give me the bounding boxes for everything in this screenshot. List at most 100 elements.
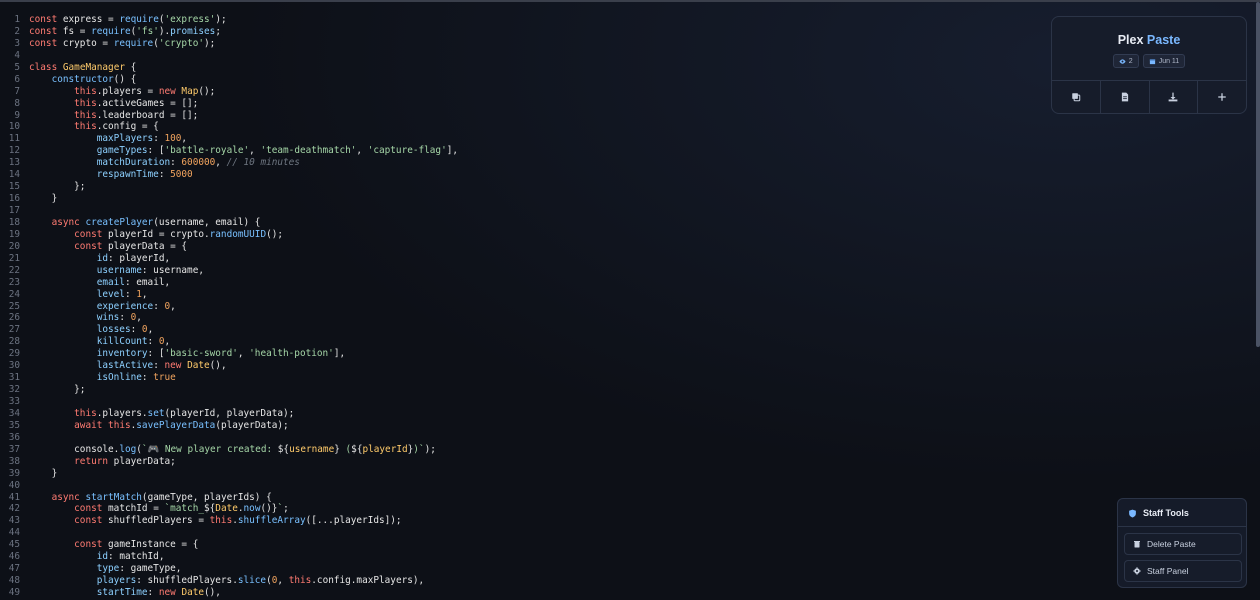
code-text: async createPlayer(username, email) {	[51, 216, 261, 228]
code-line: 27 losses: 0,	[0, 324, 1000, 336]
delete-paste-button[interactable]: Delete Paste	[1124, 533, 1242, 555]
staff-tools-title: Staff Tools	[1143, 508, 1189, 518]
code-text: };	[29, 181, 86, 193]
line-number: 35	[8, 419, 20, 431]
line-number: 42	[8, 503, 20, 515]
code-line: 14 respawnTime: 5000	[0, 169, 1000, 181]
code-line: 47 type: gameType,	[0, 563, 1000, 575]
line-number: 20	[8, 240, 20, 252]
code-text: type: gameType,	[96, 563, 182, 575]
code-text: inventory: ['basic-sword', 'health-potio…	[96, 348, 346, 360]
line-number: 30	[8, 360, 20, 372]
line-number: 48	[8, 575, 20, 587]
paste-title-main: Plex	[1117, 33, 1144, 47]
line-number: 44	[8, 527, 20, 539]
code-text: respawnTime: 5000	[96, 169, 193, 181]
code-line: 32 };	[0, 384, 1000, 396]
code-text: return playerData;	[74, 455, 176, 467]
code-text: await this.savePlayerData(playerData);	[74, 419, 289, 431]
plus-icon	[1218, 93, 1226, 101]
code-line: 9 this.leaderboard = [];	[0, 110, 1000, 122]
line-number: 39	[8, 467, 20, 479]
code-line: 1 const express = require('express');	[0, 14, 1000, 26]
staff-tools-header: Staff Tools	[1128, 508, 1189, 518]
code-text: const fs = require('fs').promises;	[29, 25, 221, 37]
raw-button[interactable]	[1101, 81, 1150, 113]
code-line: 38 return playerData;	[0, 456, 1000, 468]
line-number: 32	[8, 384, 20, 396]
line-number: 1	[14, 14, 20, 25]
staff-panel-button[interactable]: Staff Panel	[1124, 560, 1242, 582]
line-number: 9	[14, 109, 20, 121]
code-line: 12 gameTypes: ['battle-royale', 'team-de…	[0, 145, 1000, 157]
code-line: 33	[0, 396, 1000, 408]
code-line: 4	[0, 50, 1000, 62]
code-line: 25 experience: 0,	[0, 301, 1000, 313]
date-badge: Jun 11	[1142, 54, 1186, 68]
code-text: this.activeGames = [];	[74, 97, 199, 109]
line-number: 7	[14, 85, 20, 97]
code-text: this.config = {	[74, 121, 159, 133]
line-number: 18	[8, 216, 20, 228]
line-number: 45	[8, 539, 20, 551]
code-text: }	[29, 193, 58, 205]
code-line: 24 level: 1,	[0, 289, 1000, 301]
code-text: losses: 0,	[96, 324, 154, 336]
code-line: 20 const playerData = {	[0, 241, 1000, 253]
code-line: 39 }	[0, 468, 1000, 480]
line-number: 3	[14, 37, 20, 49]
code-text: async startMatch(gameType, playerIds) {	[51, 491, 272, 503]
line-number: 23	[8, 276, 20, 288]
line-number: 21	[8, 252, 20, 264]
code-line: 35 await this.savePlayerData(playerData)…	[0, 420, 1000, 432]
code-line: 36	[0, 432, 1000, 444]
code-text: this.players = new Map();	[74, 85, 216, 97]
paste-actions	[1052, 80, 1246, 113]
code-line: 19 const playerId = crypto.randomUUID();	[0, 229, 1000, 241]
line-number: 11	[8, 133, 20, 145]
line-number: 17	[8, 205, 20, 216]
code-text: players: shuffledPlayers.slice(0, this.c…	[96, 575, 425, 587]
code-line: 30 lastActive: new Date(),	[0, 360, 1000, 372]
code-line: 6 constructor() {	[0, 74, 1000, 86]
staff-panel-label: Staff Panel	[1147, 566, 1189, 576]
line-number: 37	[8, 443, 20, 455]
code-text: isOnline: true	[96, 372, 176, 384]
code-text: const crypto = require('crypto');	[29, 37, 216, 49]
line-number: 10	[8, 121, 20, 133]
paste-title-accent: Paste	[1146, 33, 1181, 47]
download-button[interactable]	[1150, 81, 1199, 113]
scrollbar[interactable]	[1256, 2, 1260, 347]
line-number: 12	[8, 145, 20, 157]
code-line: 17	[0, 205, 1000, 217]
line-number: 46	[8, 551, 20, 563]
code-viewer: 1 const express = require('express'); 2 con…	[0, 14, 1000, 599]
new-paste-button[interactable]	[1198, 81, 1246, 113]
code-line: 22 username: username,	[0, 265, 1000, 277]
code-line: 34 this.players.set(playerId, playerData…	[0, 408, 1000, 420]
code-line: 40	[0, 480, 1000, 492]
code-text: };	[29, 384, 86, 396]
line-number: 40	[8, 479, 20, 491]
code-line: 18 async createPlayer(username, email) {	[0, 217, 1000, 229]
copy-button[interactable]	[1052, 81, 1101, 113]
line-number: 31	[8, 372, 20, 384]
code-line: 29 inventory: ['basic-sword', 'health-po…	[0, 348, 1000, 360]
code-line: 16 }	[0, 193, 1000, 205]
code-text: this.players.set(playerId, playerData);	[74, 407, 295, 419]
code-line: 7 this.players = new Map();	[0, 86, 1000, 98]
code-line: 46 id: matchId,	[0, 551, 1000, 563]
calendar-icon	[1149, 58, 1155, 64]
line-number: 19	[8, 228, 20, 240]
paste-title: Plex Paste	[1052, 33, 1246, 47]
line-number: 4	[14, 49, 20, 61]
code-text: username: username,	[96, 264, 204, 276]
line-number: 6	[14, 73, 20, 85]
views-count: 2	[1128, 57, 1133, 65]
code-line: 37 console.log(`🎮 New player created: ${…	[0, 444, 1000, 456]
code-line: 21 id: playerId,	[0, 253, 1000, 265]
code-line: 41 async startMatch(gameType, playerIds)…	[0, 492, 1000, 504]
code-line: 5 class GameManager {	[0, 62, 1000, 74]
code-text: wins: 0,	[96, 312, 142, 324]
code-line: 44	[0, 527, 1000, 539]
